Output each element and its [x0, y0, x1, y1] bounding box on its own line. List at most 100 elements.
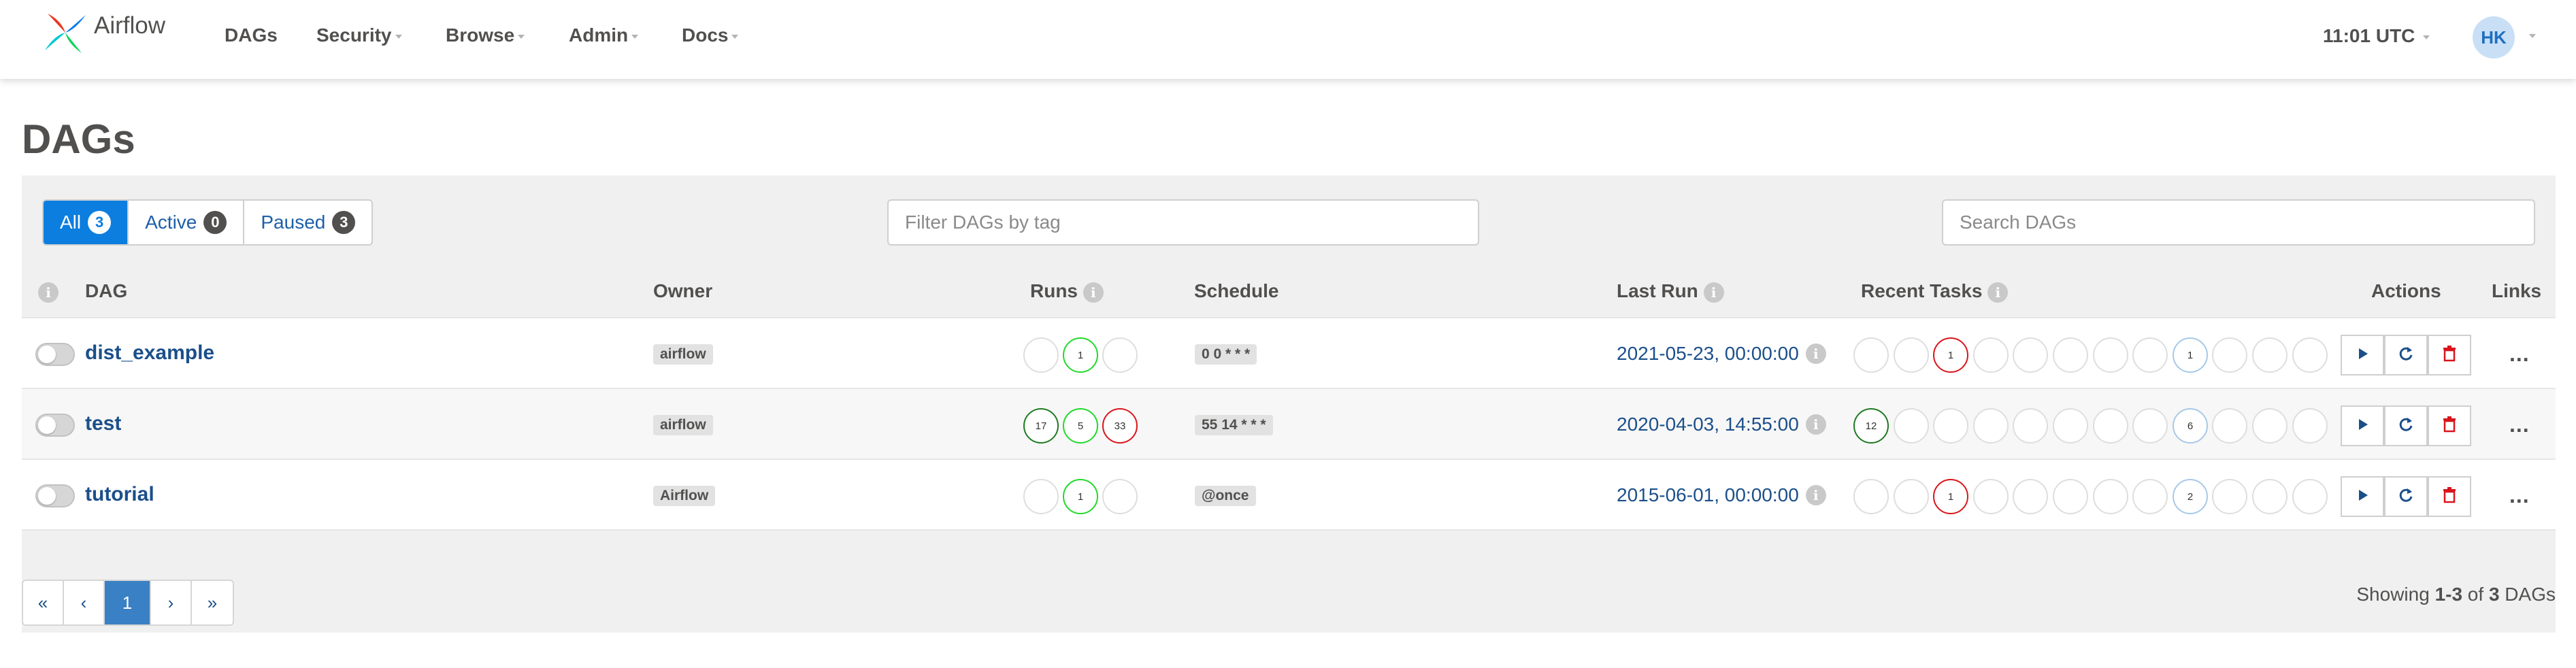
dag-name-link[interactable]: tutorial [85, 483, 154, 506]
info-icon[interactable]: i [1805, 414, 1826, 435]
play-dag-button[interactable] [2341, 476, 2384, 517]
last-run-link[interactable]: 2020-04-03, 14:55:00 i [1617, 414, 1826, 436]
run-state-circle[interactable] [1023, 479, 1059, 514]
task-state-circle[interactable]: 6 [2173, 408, 2208, 444]
trash-dag-button[interactable] [2428, 405, 2471, 446]
task-state-circle[interactable] [1853, 337, 1889, 373]
timezone-menu[interactable]: 11:01 UTC [2323, 25, 2430, 47]
task-state-circle[interactable]: 1 [1933, 479, 1968, 514]
nav-dags[interactable]: DAGs [225, 24, 278, 46]
run-state-circle[interactable] [1023, 337, 1059, 373]
info-icon[interactable]: i [1805, 343, 1826, 364]
task-state-circle[interactable] [2053, 337, 2088, 373]
trash-dag-button[interactable] [2428, 476, 2471, 517]
dag-name-link[interactable]: dist_example [85, 341, 214, 365]
task-state-circle[interactable] [2292, 337, 2328, 373]
task-state-circle[interactable] [1973, 337, 2009, 373]
task-state-circle[interactable] [2013, 479, 2048, 514]
info-icon[interactable]: i [1805, 484, 1826, 505]
task-state-circle[interactable] [1853, 479, 1889, 514]
current-page-button[interactable]: 1 [105, 581, 151, 624]
last-page-button[interactable]: » [192, 581, 233, 624]
task-state-circle[interactable] [2252, 337, 2288, 373]
task-state-circle[interactable] [2013, 337, 2048, 373]
task-state-circle[interactable] [2132, 408, 2168, 444]
dag-column-header[interactable]: DAG [85, 280, 127, 302]
dag-name-link[interactable]: test [85, 412, 121, 435]
task-state-circle[interactable]: 12 [1853, 408, 1889, 444]
schedule-tag[interactable]: 55 14 * * * [1195, 415, 1273, 435]
more-links-icon[interactable]: ... [2509, 341, 2530, 367]
pause-toggle[interactable] [35, 343, 75, 366]
last-run-link[interactable]: 2015-06-01, 00:00:00 i [1617, 484, 1826, 507]
task-state-circle[interactable] [2252, 479, 2288, 514]
more-links-icon[interactable]: ... [2509, 412, 2530, 437]
owner-column-header[interactable]: Owner [653, 280, 712, 302]
run-state-circle[interactable]: 1 [1063, 479, 1098, 514]
info-icon[interactable]: i [1703, 282, 1724, 303]
filter-active-button[interactable]: Active 0 [129, 201, 245, 244]
task-state-circle[interactable] [1894, 337, 1929, 373]
task-state-circle[interactable] [2013, 408, 2048, 444]
task-state-circle[interactable] [2212, 337, 2247, 373]
nav-admin[interactable]: Admin [569, 24, 639, 46]
tag-filter-input[interactable] [887, 199, 1479, 246]
task-state-circle[interactable] [2093, 408, 2128, 444]
nav-security[interactable]: Security [316, 24, 402, 46]
task-state-circle[interactable] [1894, 408, 1929, 444]
chevron-down-icon[interactable] [2529, 34, 2536, 38]
task-state-circle[interactable] [2132, 479, 2168, 514]
task-state-circle[interactable] [2212, 408, 2247, 444]
pause-toggle[interactable] [35, 414, 75, 437]
prev-page-button[interactable]: ‹ [64, 581, 105, 624]
run-state-circle[interactable] [1102, 479, 1138, 514]
task-state-circle[interactable] [2093, 337, 2128, 373]
refresh-dag-button[interactable] [2384, 405, 2428, 446]
run-state-circle[interactable]: 17 [1023, 408, 1059, 444]
task-state-circle[interactable] [2292, 479, 2328, 514]
search-dags-input[interactable] [1942, 199, 2535, 246]
filter-paused-button[interactable]: Paused 3 [244, 201, 371, 244]
task-state-circle[interactable] [2132, 337, 2168, 373]
task-state-circle[interactable] [1973, 479, 2009, 514]
info-icon[interactable]: i [38, 282, 59, 303]
task-state-circle[interactable] [1894, 479, 1929, 514]
task-state-circle[interactable] [2053, 408, 2088, 444]
filter-all-button[interactable]: All 3 [44, 201, 129, 244]
task-state-circle[interactable]: 1 [2173, 337, 2208, 373]
owner-tag[interactable]: airflow [653, 415, 713, 435]
info-icon[interactable]: i [1987, 282, 2009, 303]
brand[interactable]: Airflow [41, 7, 165, 59]
task-state-circle[interactable]: 2 [2173, 479, 2208, 514]
task-state-circle[interactable] [2212, 479, 2247, 514]
task-state-circle[interactable] [1973, 408, 2009, 444]
schedule-tag[interactable]: 0 0 * * * [1195, 344, 1257, 365]
owner-tag[interactable]: Airflow [653, 486, 716, 506]
schedule-tag[interactable]: @once [1195, 486, 1256, 506]
run-state-circle[interactable]: 33 [1102, 408, 1138, 444]
trash-dag-button[interactable] [2428, 335, 2471, 375]
nav-docs[interactable]: Docs [682, 24, 739, 46]
more-links-icon[interactable]: ... [2509, 483, 2530, 508]
task-state-circle[interactable] [2093, 479, 2128, 514]
task-state-circle[interactable] [2252, 408, 2288, 444]
pause-toggle[interactable] [35, 484, 75, 507]
info-icon[interactable]: i [1083, 282, 1104, 303]
first-page-button[interactable]: « [23, 581, 64, 624]
user-avatar[interactable]: HK [2473, 16, 2515, 59]
run-state-circle[interactable] [1102, 337, 1138, 373]
task-state-circle[interactable] [2292, 408, 2328, 444]
nav-browse[interactable]: Browse [446, 24, 525, 46]
task-state-circle[interactable] [2053, 479, 2088, 514]
play-dag-button[interactable] [2341, 405, 2384, 446]
next-page-button[interactable]: › [151, 581, 192, 624]
refresh-dag-button[interactable] [2384, 335, 2428, 375]
run-state-circle[interactable]: 5 [1063, 408, 1098, 444]
refresh-dag-button[interactable] [2384, 476, 2428, 517]
play-dag-button[interactable] [2341, 335, 2384, 375]
task-state-circle[interactable] [1933, 408, 1968, 444]
last-run-link[interactable]: 2021-05-23, 00:00:00 i [1617, 343, 1826, 365]
run-state-circle[interactable]: 1 [1063, 337, 1098, 373]
task-state-circle[interactable]: 1 [1933, 337, 1968, 373]
owner-tag[interactable]: airflow [653, 344, 713, 365]
